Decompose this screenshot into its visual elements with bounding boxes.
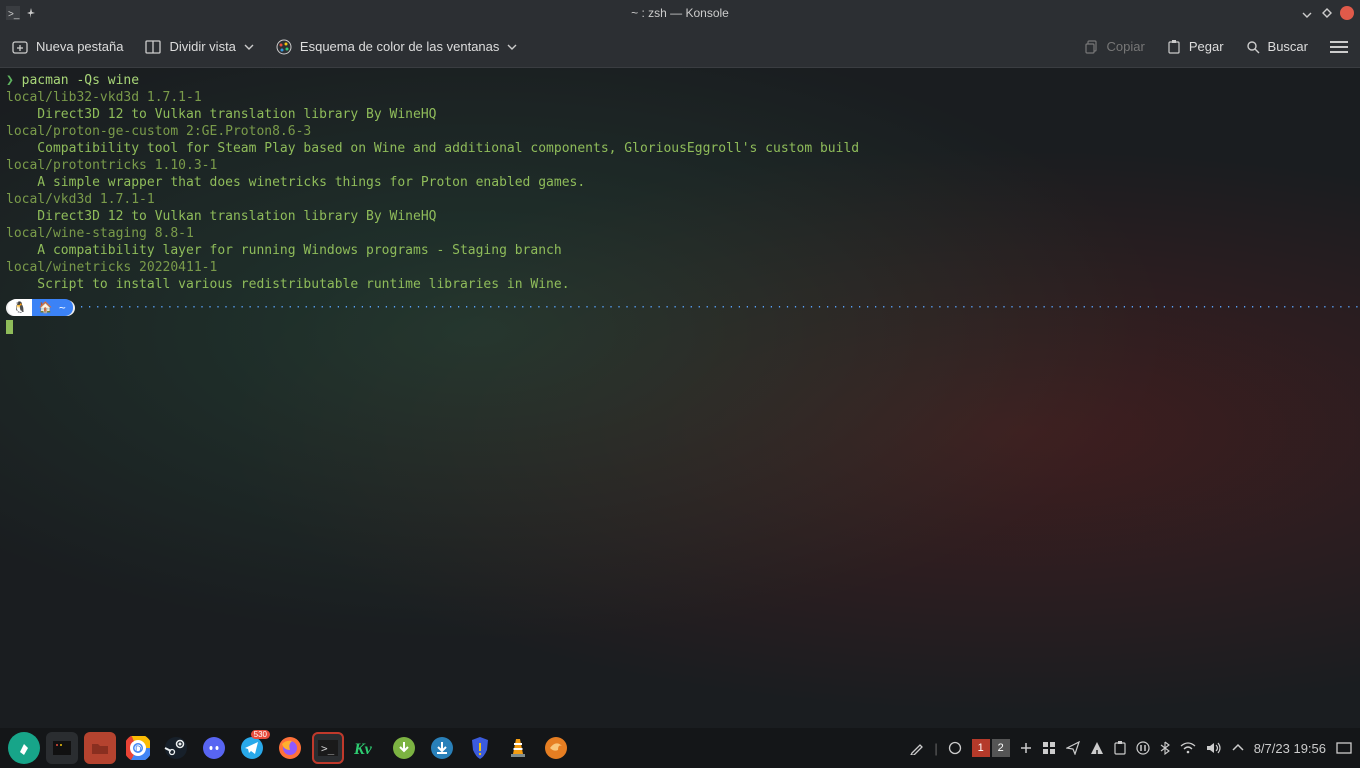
telegram-icon[interactable]: 530 [236,732,268,764]
color-scheme-button[interactable]: Esquema de color de las ventanas [276,39,517,55]
chevron-up-tray-icon[interactable] [1232,743,1244,753]
discord-icon[interactable] [198,732,230,764]
window-title: ~ : zsh — Konsole [631,6,729,20]
grid-tray-icon[interactable] [1042,741,1056,755]
volume-tray-icon[interactable] [1206,741,1222,755]
firefox-icon[interactable] [274,732,306,764]
launcher-icon[interactable] [8,732,40,764]
plus-tray-icon[interactable] [1020,742,1032,754]
taskbar: D 530 >_ Kv | 1 2 8/7/23 19:56 [0,728,1360,768]
download-blue-icon[interactable] [426,732,458,764]
copy-icon [1085,40,1099,54]
svg-text:>_: >_ [8,9,20,20]
konsole-icon[interactable]: >_ [312,732,344,764]
new-tab-button[interactable]: Nueva pestaña [12,39,123,55]
close-button[interactable] [1340,6,1354,20]
vlc-icon[interactable] [502,732,534,764]
system-tray: | 1 2 8/7/23 19:56 [910,739,1352,757]
new-tab-icon [12,39,28,55]
hamburger-menu-button[interactable] [1330,41,1348,53]
shield-icon[interactable] [464,732,496,764]
new-tab-label: Nueva pestaña [36,39,123,54]
paste-button[interactable]: Pegar [1167,39,1224,54]
desktop-show-icon[interactable] [1336,742,1352,754]
chrome-icon[interactable]: D [122,732,154,764]
chevron-down-icon [244,42,254,52]
split-view-button[interactable]: Dividir vista [145,39,253,55]
bluetooth-tray-icon[interactable] [1160,741,1170,755]
search-icon [1246,40,1260,54]
files-icon[interactable] [84,732,116,764]
circle-tray-icon[interactable] [948,741,962,755]
palette-icon [276,39,292,55]
paste-label: Pegar [1189,39,1224,54]
search-button[interactable]: Buscar [1246,39,1308,54]
pause-circle-tray-icon[interactable] [1136,741,1150,755]
minimize-button[interactable] [1300,6,1314,20]
desktop-switcher[interactable]: 1 2 [972,739,1010,757]
wifi-tray-icon[interactable] [1180,742,1196,754]
svg-text:D: D [135,744,142,754]
svg-text:>_: >_ [321,742,335,755]
clock[interactable]: 8/7/23 19:56 [1254,741,1326,756]
split-view-label: Dividir vista [169,39,235,54]
search-label: Buscar [1268,39,1308,54]
toolbar: Nueva pestaña Dividir vista Esquema de c… [0,26,1360,68]
taskbar-app-terminal-small[interactable] [46,732,78,764]
desktop-2[interactable]: 2 [992,739,1010,757]
svg-text:Kv: Kv [354,741,373,758]
desktop-1[interactable]: 1 [972,739,990,757]
triangle-tray-icon[interactable] [1090,741,1104,755]
send-tray-icon[interactable] [1066,741,1080,755]
terminal-content[interactable]: ❯ pacman -Qs winelocal/lib32-vkd3d 1.7.1… [0,68,1360,728]
badge-count: 530 [251,730,270,739]
maximize-button[interactable] [1320,6,1334,20]
terminal-small-icon: >_ [6,6,20,20]
window-titlebar: >_ ~ : zsh — Konsole [0,0,1360,26]
copy-button[interactable]: Copiar [1085,39,1145,54]
clipboard-tray-icon[interactable] [1114,741,1126,755]
chevron-down-icon [507,42,517,52]
pen-tray-icon[interactable] [910,741,924,755]
steam-icon[interactable] [160,732,192,764]
paste-icon [1167,40,1181,54]
pin-icon[interactable] [26,8,36,18]
terminal-area[interactable]: ❯ pacman -Qs winelocal/lib32-vkd3d 1.7.1… [0,68,1360,728]
split-view-icon [145,39,161,55]
color-scheme-label: Esquema de color de las ventanas [300,39,499,54]
kvantum-icon[interactable]: Kv [350,732,382,764]
orange-swirl-icon[interactable] [540,732,572,764]
copy-label: Copiar [1107,39,1145,54]
download-circle-icon[interactable] [388,732,420,764]
